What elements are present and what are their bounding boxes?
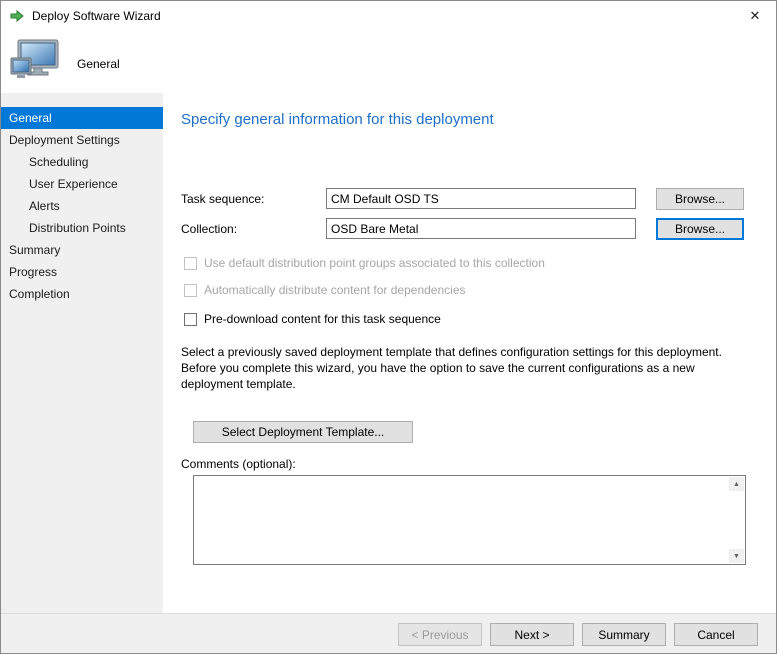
wizard-header: General	[1, 31, 776, 93]
use-default-dp-groups-checkbox	[184, 256, 197, 270]
task-sequence-browse-button[interactable]: Browse...	[656, 188, 744, 210]
sidebar-item-general[interactable]: General	[1, 107, 163, 129]
comments-area: ▲ ▼	[193, 475, 746, 565]
deploy-arrow-icon	[9, 8, 25, 24]
sidebar-item-distribution-points[interactable]: Distribution Points	[1, 217, 163, 239]
comments-textarea[interactable]	[193, 475, 746, 565]
comments-label: Comments (optional):	[181, 457, 296, 471]
use-default-dp-groups-label: Use default distribution point groups as…	[204, 256, 545, 270]
wizard-footer: < Previous Next > Summary Cancel	[1, 613, 776, 653]
cancel-button[interactable]: Cancel	[674, 623, 758, 646]
close-icon[interactable]: ✕	[734, 1, 776, 31]
page-title: Specify general information for this dep…	[181, 111, 494, 128]
predownload-content-checkbox[interactable]	[184, 312, 197, 326]
computer-software-icon	[10, 39, 60, 88]
deployment-template-note: Select a previously saved deployment tem…	[181, 345, 722, 391]
sidebar-item-summary[interactable]: Summary	[1, 239, 163, 261]
auto-distribute-dependencies-checkbox-row: Automatically distribute content for dep…	[184, 283, 466, 297]
sidebar-item-user-experience[interactable]: User Experience	[1, 173, 163, 195]
next-button[interactable]: Next >	[490, 623, 574, 646]
titlebar: Deploy Software Wizard ✕	[1, 1, 776, 31]
predownload-content-checkbox-row[interactable]: Pre-download content for this task seque…	[184, 312, 441, 326]
sidebar-item-scheduling[interactable]: Scheduling	[1, 151, 163, 173]
sidebar-item-alerts[interactable]: Alerts	[1, 195, 163, 217]
sidebar-item-deployment-settings[interactable]: Deployment Settings	[1, 129, 163, 151]
collection-browse-button[interactable]: Browse...	[656, 218, 744, 240]
task-sequence-label: Task sequence:	[181, 192, 265, 206]
collection-label: Collection:	[181, 222, 238, 236]
task-sequence-row: Task sequence: Browse...	[163, 188, 776, 210]
previous-button: < Previous	[398, 623, 482, 646]
select-deployment-template-button[interactable]: Select Deployment Template...	[193, 421, 413, 443]
window-title: Deploy Software Wizard	[32, 9, 161, 23]
collection-input[interactable]	[326, 218, 636, 239]
sidebar-item-progress[interactable]: Progress	[1, 261, 163, 283]
predownload-content-label: Pre-download content for this task seque…	[204, 312, 441, 326]
summary-button[interactable]: Summary	[582, 623, 666, 646]
use-default-dp-groups-checkbox-row: Use default distribution point groups as…	[184, 256, 545, 270]
general-page-content: Specify general information for this dep…	[163, 93, 776, 613]
header-page-label: General	[77, 57, 120, 71]
deploy-software-wizard-window: Deploy Software Wizard ✕ General General…	[0, 0, 777, 654]
wizard-steps-sidebar: General Deployment Settings Scheduling U…	[1, 93, 163, 653]
collection-row: Collection: Browse...	[163, 218, 776, 240]
auto-distribute-dependencies-checkbox	[184, 283, 197, 297]
auto-distribute-dependencies-label: Automatically distribute content for dep…	[204, 283, 466, 297]
task-sequence-input[interactable]	[326, 188, 636, 209]
scroll-up-icon[interactable]: ▲	[729, 477, 744, 491]
sidebar-item-completion[interactable]: Completion	[1, 283, 163, 305]
scroll-down-icon[interactable]: ▼	[729, 549, 744, 563]
